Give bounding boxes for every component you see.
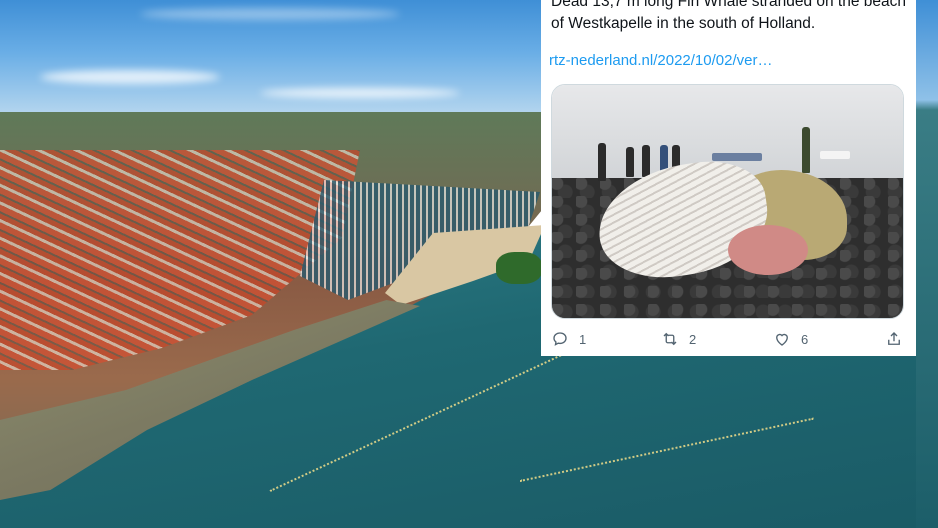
tweet-card[interactable]: Dead 13,7 m long Fin Whale stranded on t… xyxy=(541,0,916,356)
photo-person xyxy=(642,145,650,177)
cloud xyxy=(40,70,220,84)
tweet-actions: 1 2 6 xyxy=(551,330,906,354)
reply-action[interactable]: 1 xyxy=(551,330,586,348)
like-icon[interactable] xyxy=(773,330,791,348)
like-count: 6 xyxy=(801,331,809,347)
like-action[interactable]: 6 xyxy=(773,330,808,348)
photo-person xyxy=(626,147,634,177)
retweet-count: 2 xyxy=(689,331,697,347)
cloud xyxy=(260,88,460,98)
reply-count: 1 xyxy=(579,331,587,347)
photo-vehicle xyxy=(712,153,762,161)
share-action[interactable] xyxy=(885,330,903,348)
photo-car xyxy=(820,151,850,159)
tweet-link[interactable]: rtz-nederland.nl/2022/10/02/ver… xyxy=(549,52,772,69)
background-edge xyxy=(916,0,938,528)
tweet-media-whale-photo[interactable] xyxy=(551,84,904,319)
cloud xyxy=(140,8,400,20)
trees xyxy=(496,252,542,284)
share-icon[interactable] xyxy=(885,330,903,348)
retweet-action[interactable]: 2 xyxy=(661,330,696,348)
retweet-icon[interactable] xyxy=(661,330,679,348)
photo-person xyxy=(802,127,810,173)
tweet-text: Dead 13,7 m long Fin Whale stranded on t… xyxy=(551,0,907,32)
photo-whale-tongue xyxy=(728,225,808,275)
photo-person xyxy=(598,143,606,181)
reply-icon[interactable] xyxy=(551,330,569,348)
